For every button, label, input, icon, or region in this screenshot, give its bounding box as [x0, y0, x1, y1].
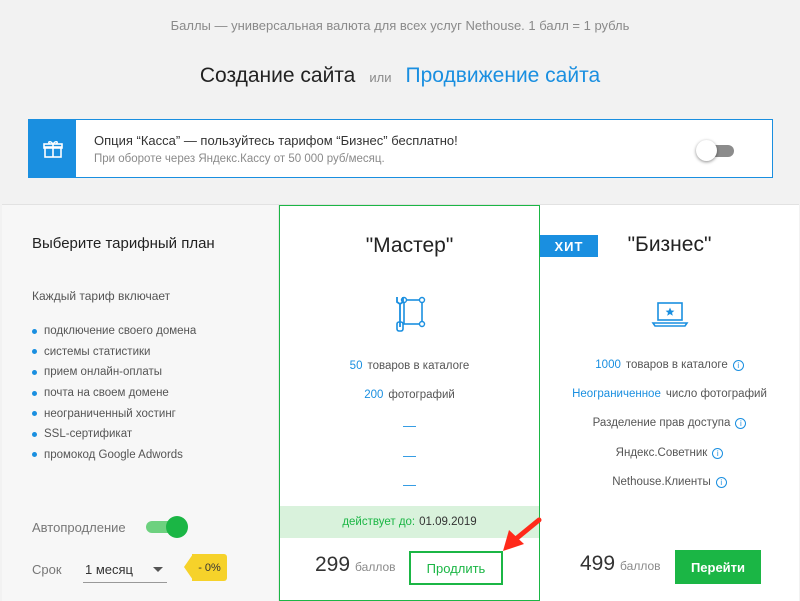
business-products-count: 1000	[595, 359, 621, 371]
master-photos-text: фотографий	[388, 389, 455, 401]
business-clients-text: Nethouse.Клиенты	[612, 476, 711, 488]
go-to-business-button[interactable]: Перейти	[675, 550, 761, 584]
feature-item: почта на своем домене	[32, 383, 196, 404]
kassa-promo-banner: Опция “Касса” — пользуйтесь тарифом “Биз…	[28, 119, 773, 178]
feature-item: прием онлайн-оплаты	[32, 362, 196, 383]
plan-business-title: "Бизнес"	[627, 233, 712, 256]
bullet-icon	[32, 369, 37, 375]
info-icon[interactable]: i	[715, 476, 727, 488]
active-until-date: 01.09.2019	[419, 516, 477, 528]
business-products-text: товаров в каталоге	[625, 359, 728, 371]
tariff-sidebar: Выберите тарифный план Каждый тариф вклю…	[2, 205, 279, 601]
gift-icon	[29, 120, 76, 177]
discount-tag: - 0%	[184, 554, 227, 581]
master-photos-row: 200 фотографий	[280, 389, 539, 401]
bullet-icon	[32, 328, 37, 334]
feature-item: SSL-сертификат	[32, 424, 196, 445]
promo-title: Опция “Касса” — пользуйтесь тарифом “Биз…	[94, 132, 458, 148]
feature-item: неограниченный хостинг	[32, 403, 196, 424]
master-price-unit: баллов	[355, 560, 396, 574]
master-photos-count: 200	[364, 389, 384, 401]
plan-business-card: ХИТ "Бизнес" 1000 товаров в каталоге i Н…	[540, 205, 799, 601]
autorenew-toggle[interactable]	[146, 516, 188, 538]
includes-heading: Каждый тариф включает	[32, 289, 171, 303]
info-icon[interactable]: i	[732, 359, 744, 371]
info-icon[interactable]: i	[735, 417, 747, 429]
business-access-text: Разделение прав доступа	[592, 417, 731, 429]
kassa-option-toggle[interactable]	[696, 139, 736, 161]
feature-item: подключение своего домена	[32, 321, 196, 342]
included-features-list: подключение своего домена системы статис…	[32, 321, 196, 465]
tools-icon	[280, 294, 539, 334]
tariff-panel: Выберите тарифный план Каждый тариф вклю…	[2, 204, 799, 601]
master-products-row: 50 товаров в каталоге	[280, 360, 539, 372]
master-feature-missing: —	[403, 477, 416, 492]
tab-promote-site[interactable]: Продвижение сайта	[405, 64, 600, 88]
business-access-row: Разделение прав доступа i	[540, 417, 799, 429]
term-select[interactable]: 1 месяц	[83, 556, 167, 583]
bullet-icon	[32, 452, 37, 458]
active-until-label: действует до:	[342, 516, 416, 528]
promo-subtitle: При обороте через Яндекс.Кассу от 50 000…	[94, 152, 385, 165]
master-products-count: 50	[349, 360, 363, 372]
bullet-icon	[32, 431, 37, 437]
feature-item: промокод Google Adwords	[32, 445, 196, 466]
business-products-row: 1000 товаров в каталоге i	[540, 359, 799, 371]
master-price-amount: 299	[315, 553, 351, 576]
business-photos-row: Неограниченное число фотографий	[540, 388, 799, 400]
master-price: 299 баллов	[315, 553, 396, 577]
business-clients-row: Nethouse.Клиенты i	[540, 476, 799, 488]
business-price-unit: баллов	[620, 559, 661, 573]
term-value: 1 месяц	[85, 561, 133, 577]
header-subtitle: Баллы — универсальная валюта для всех ус…	[170, 18, 630, 33]
business-photos-highlight: Неограниченное	[572, 388, 661, 400]
business-photos-text: число фотографий	[665, 388, 767, 400]
master-feature-missing: —	[403, 448, 416, 463]
master-feature-missing: —	[403, 418, 416, 433]
autorenew-label: Автопродление	[32, 520, 126, 535]
extend-button[interactable]: Продлить	[409, 551, 503, 585]
tab-create-site[interactable]: Создание сайта	[200, 64, 356, 88]
laptop-star-icon	[540, 293, 799, 333]
bullet-icon	[32, 390, 37, 396]
business-advisor-row: Яндекс.Советник i	[540, 447, 799, 459]
business-price: 499 баллов	[580, 552, 661, 576]
plan-master-title: "Мастер"	[365, 234, 454, 257]
tab-separator: или	[369, 70, 392, 85]
business-advisor-text: Яндекс.Советник	[615, 447, 708, 459]
info-icon[interactable]: i	[712, 447, 724, 459]
red-arrow-icon	[503, 517, 542, 551]
term-label: Срок	[32, 562, 62, 577]
bullet-icon	[32, 411, 37, 417]
discount-value: - 0%	[192, 554, 227, 581]
bullet-icon	[32, 349, 37, 355]
choose-plan-title: Выберите тарифный план	[32, 235, 215, 252]
section-tabs: Создание сайта или Продвижение сайта	[0, 64, 800, 88]
chevron-down-icon	[153, 566, 163, 572]
feature-item: системы статистики	[32, 342, 196, 363]
master-products-text: товаров в каталоге	[367, 360, 470, 372]
business-price-amount: 499	[580, 552, 616, 575]
